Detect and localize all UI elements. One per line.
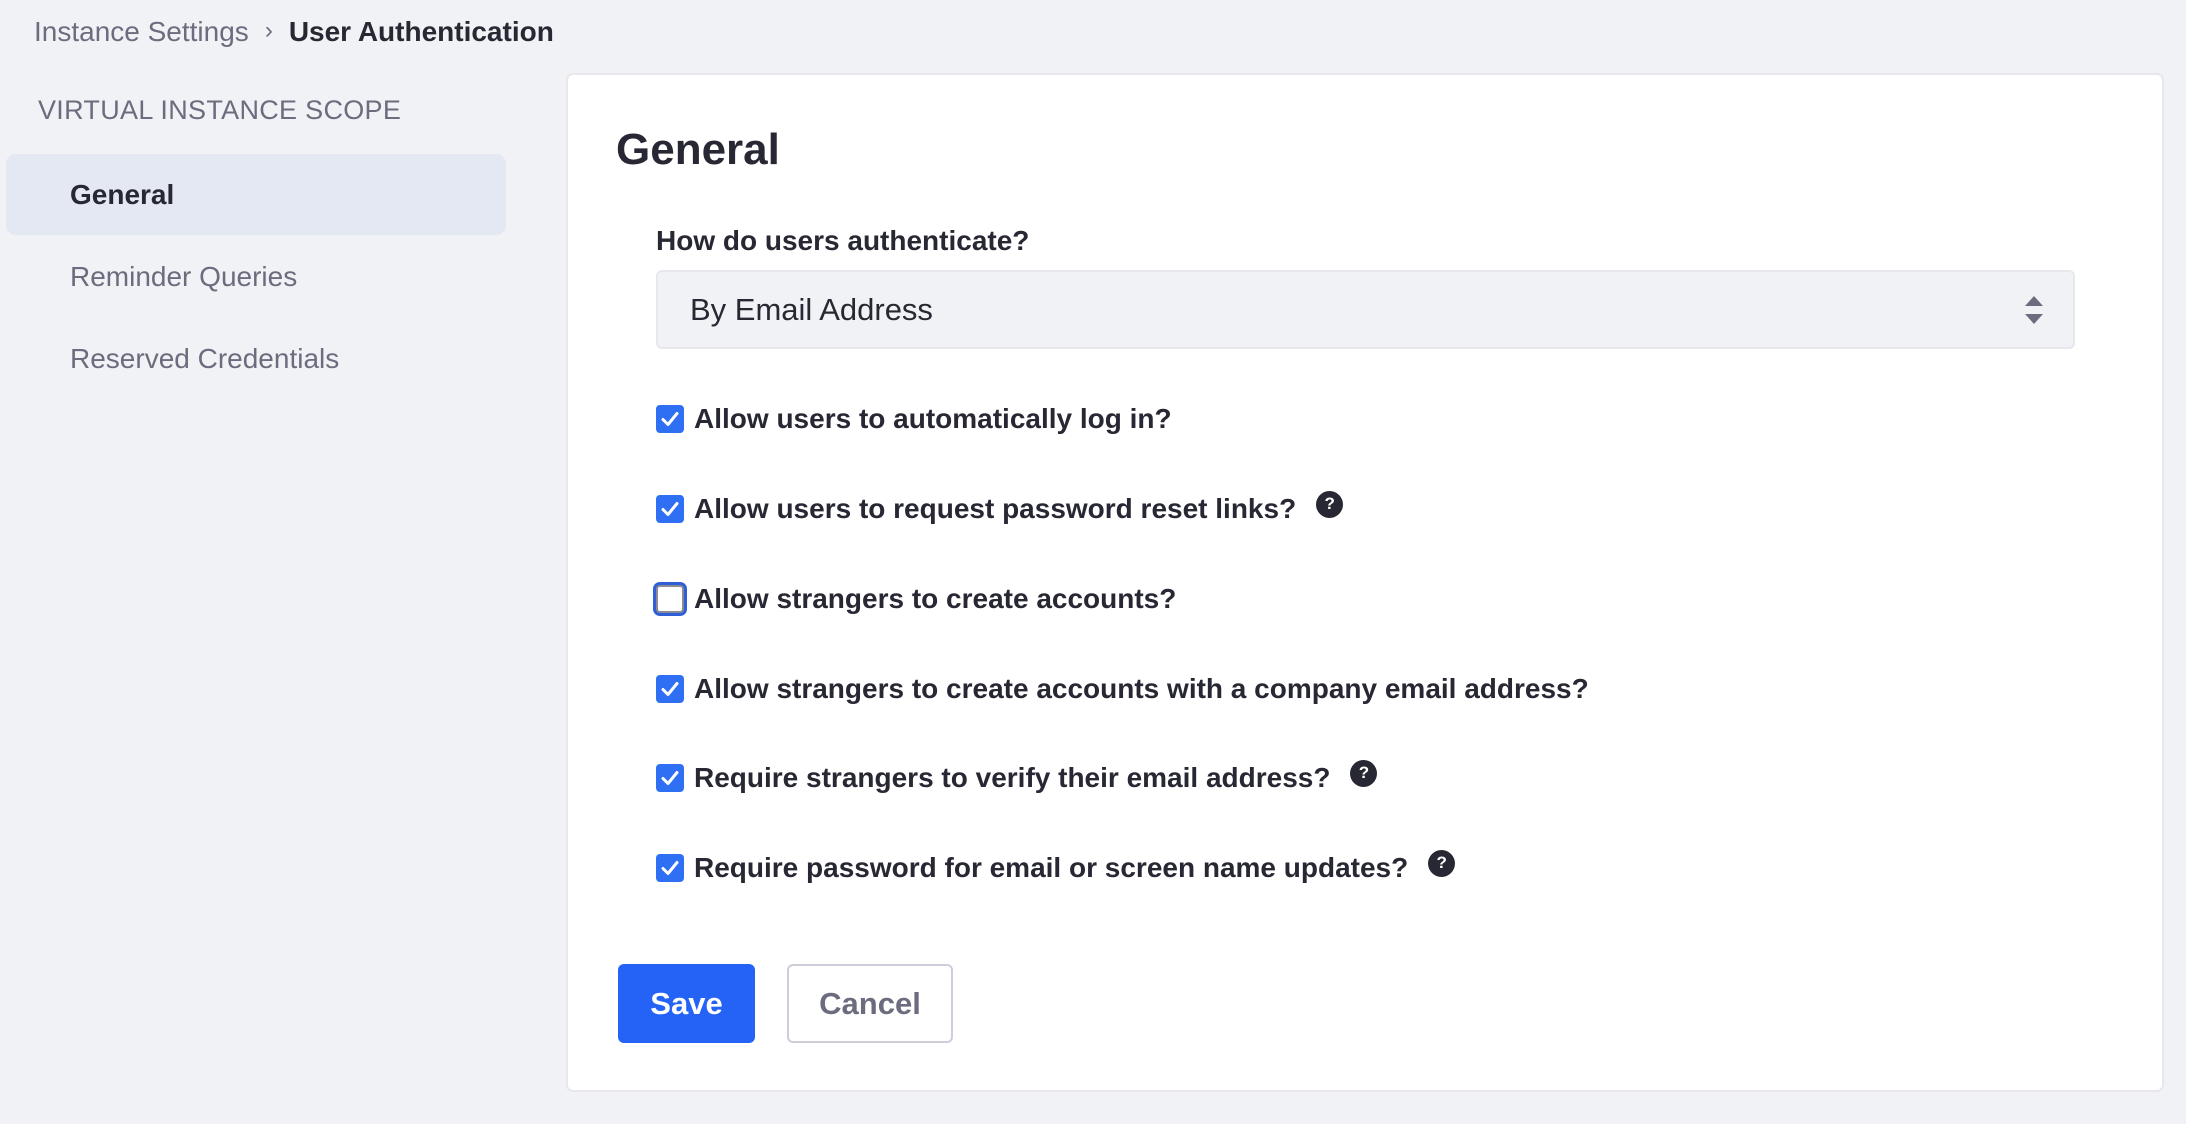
sidebar-item-label: General <box>70 178 175 210</box>
checkbox-checked[interactable] <box>656 764 684 792</box>
option-password-reset-links[interactable]: Allow users to request password reset li… <box>656 489 1344 529</box>
help-icon[interactable]: ? <box>1428 849 1456 877</box>
sidebar-item-general[interactable]: General <box>6 154 506 235</box>
checkmark-icon <box>661 771 679 785</box>
checkbox-checked[interactable] <box>656 675 684 703</box>
save-button[interactable]: Save <box>618 964 755 1043</box>
checkmark-icon <box>661 412 679 426</box>
checkbox-checked[interactable] <box>656 495 684 523</box>
checkmark-icon <box>661 682 679 696</box>
cancel-button[interactable]: Cancel <box>787 964 953 1043</box>
sidebar-heading: VIRTUAL INSTANCE SCOPE <box>38 95 402 125</box>
option-auto-login[interactable]: Allow users to automatically log in? <box>656 399 1172 439</box>
sidebar-item-label: Reminder Queries <box>70 260 298 292</box>
option-label: Allow users to request password reset li… <box>694 493 1297 524</box>
help-icon[interactable]: ? <box>1316 490 1344 518</box>
breadcrumb-instance-settings[interactable]: Instance Settings <box>34 16 249 48</box>
checkbox-unchecked[interactable] <box>656 585 684 613</box>
page-title: General <box>616 125 780 174</box>
option-label: Allow strangers to create accounts? <box>694 583 1177 614</box>
sidebar-item-reminder-queries[interactable]: Reminder Queries <box>6 236 506 317</box>
chevron-right-icon: › <box>264 17 273 44</box>
option-strangers-verify-email[interactable]: Require strangers to verify their email … <box>656 758 1378 798</box>
sidebar-item-label: Reserved Credentials <box>70 342 340 374</box>
auth-method-select[interactable]: By Email Address <box>656 270 2075 349</box>
checkmark-icon <box>661 502 679 516</box>
option-strangers-company-email[interactable]: Allow strangers to create accounts with … <box>656 669 1589 709</box>
checkmark-icon <box>661 861 679 875</box>
breadcrumb-current: User Authentication <box>288 16 554 47</box>
option-label: Allow strangers to create accounts with … <box>694 673 1589 704</box>
option-strangers-create-accounts[interactable]: Allow strangers to create accounts? <box>656 579 1176 619</box>
auth-method-label: How do users authenticate? <box>656 225 1030 256</box>
settings-card: General How do users authenticate? By Em… <box>566 73 2164 1092</box>
checkbox-checked[interactable] <box>656 854 684 882</box>
auth-method-value: By Email Address <box>690 291 933 327</box>
option-label: Allow users to automatically log in? <box>694 403 1172 434</box>
checkbox-checked[interactable] <box>656 405 684 433</box>
option-label: Require password for email or screen nam… <box>694 852 1409 883</box>
option-password-for-updates[interactable]: Require password for email or screen nam… <box>656 848 1456 888</box>
breadcrumb: Instance Settings › User Authentication <box>34 12 554 52</box>
select-caret-icon <box>2025 295 2043 324</box>
help-icon[interactable]: ? <box>1350 759 1378 787</box>
sidebar-item-reserved-credentials[interactable]: Reserved Credentials <box>6 318 506 399</box>
option-label: Require strangers to verify their email … <box>694 762 1331 793</box>
